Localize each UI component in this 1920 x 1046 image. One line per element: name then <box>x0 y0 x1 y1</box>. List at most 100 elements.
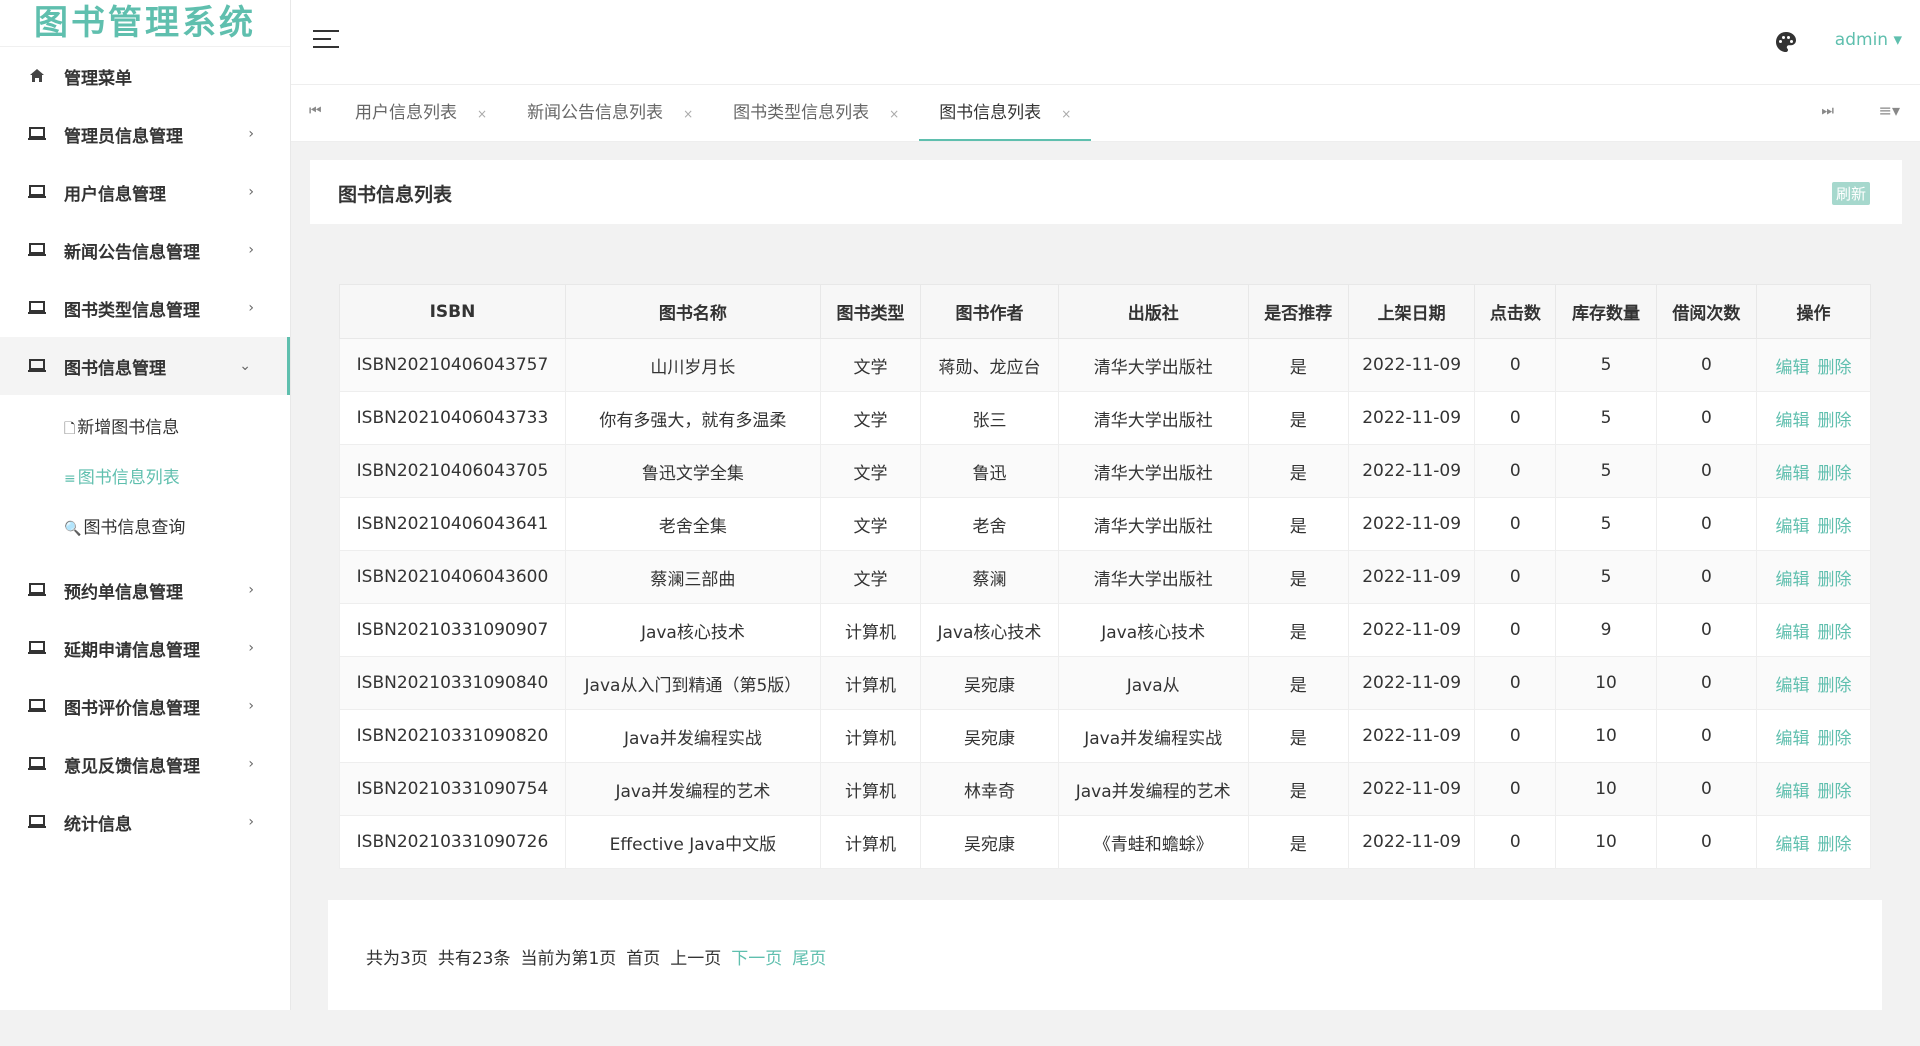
books-submenu: 🗋 新增图书信息 ≡ 图书信息列表 🔍 图书信息查询 <box>0 395 290 561</box>
table-cell: ISBN20210331090726 <box>339 815 566 869</box>
table-cell: 0 <box>1655 656 1757 710</box>
tab-user-list[interactable]: 用户信息列表 × <box>335 85 507 141</box>
table-cell: Java核心技术 <box>564 603 821 657</box>
table-cell: 5 <box>1555 497 1657 551</box>
edit-link[interactable]: 编辑 <box>1775 782 1809 802</box>
sidebar-item-menu[interactable]: 管理菜单 <box>0 47 290 105</box>
sidebar-item-users[interactable]: 用户信息管理 › <box>0 163 290 221</box>
table-cell: 吴宛康 <box>920 709 1059 763</box>
tab-news-list[interactable]: 新闻公告信息列表 × <box>507 85 713 141</box>
table-cell: 是 <box>1247 497 1349 551</box>
table-cell: 10 <box>1555 709 1657 763</box>
sidebar-item-extensions[interactable]: 延期申请信息管理 › <box>0 619 290 677</box>
table-cell: 5 <box>1555 391 1657 445</box>
submenu-book-search[interactable]: 🔍 图书信息查询 <box>0 503 290 553</box>
sidebar-item-news[interactable]: 新闻公告信息管理 › <box>0 221 290 279</box>
table-cell: 山川岁月长 <box>564 338 821 392</box>
edit-link[interactable]: 编辑 <box>1775 464 1809 484</box>
delete-link[interactable]: 删除 <box>1817 623 1851 643</box>
delete-link[interactable]: 删除 <box>1817 358 1851 378</box>
user-menu[interactable]: admin ▾ <box>1835 30 1902 50</box>
close-icon[interactable]: × <box>1061 107 1071 121</box>
edit-link[interactable]: 编辑 <box>1775 358 1809 378</box>
column-header: 点击数 <box>1474 284 1557 339</box>
tab-scroll-left-icon[interactable]: ⏮ <box>309 103 322 119</box>
delete-link[interactable]: 删除 <box>1817 517 1851 537</box>
actions-cell: 编辑 删除 <box>1755 391 1872 445</box>
table-row: ISBN20210331090820 Java并发编程实战 计算机 吴宛康 Java并发… <box>339 709 1872 763</box>
delete-link[interactable]: 删除 <box>1817 464 1851 484</box>
table-cell: 0 <box>1474 762 1557 816</box>
chevron-right-icon: › <box>248 814 254 830</box>
sidebar-item-reservations[interactable]: 预约单信息管理 › <box>0 561 290 619</box>
table-cell: 计算机 <box>819 603 922 657</box>
edit-link[interactable]: 编辑 <box>1775 570 1809 590</box>
table-cell: 2022-11-09 <box>1347 815 1476 869</box>
hamburger-menu-icon[interactable] <box>313 30 339 50</box>
table-cell: 2022-11-09 <box>1347 338 1476 392</box>
table-cell: 是 <box>1247 603 1349 657</box>
laptop-icon <box>26 753 48 775</box>
palette-icon[interactable] <box>1774 30 1798 54</box>
refresh-button[interactable]: 刷新 <box>1831 182 1870 205</box>
tab-scroll-right-icon[interactable]: ⏭ <box>1821 103 1834 119</box>
next-page-link[interactable]: 下一页 <box>731 944 782 969</box>
sidebar-item-admin[interactable]: 管理员信息管理 › <box>0 105 290 163</box>
delete-link[interactable]: 删除 <box>1817 835 1851 855</box>
edit-link[interactable]: 编辑 <box>1775 517 1809 537</box>
table-cell: 0 <box>1655 497 1757 551</box>
delete-link[interactable]: 删除 <box>1817 729 1851 749</box>
table-cell: 文学 <box>819 550 922 604</box>
tab-options-icon[interactable]: ≡▾ <box>1879 101 1900 120</box>
submenu-add-book[interactable]: 🗋 新增图书信息 <box>0 403 290 453</box>
edit-link[interactable]: 编辑 <box>1775 676 1809 696</box>
last-page-link[interactable]: 尾页 <box>792 944 826 969</box>
table-cell: 0 <box>1474 550 1557 604</box>
delete-link[interactable]: 删除 <box>1817 782 1851 802</box>
sidebar-menu: 管理菜单 管理员信息管理 › 用户信息管理 › 新闻公告信息管理 › 图书类型信… <box>0 47 290 395</box>
table-cell: 老舍全集 <box>564 497 821 551</box>
laptop-icon <box>26 123 48 145</box>
first-page-link[interactable]: 首页 <box>626 944 660 969</box>
delete-link[interactable]: 删除 <box>1817 411 1851 431</box>
delete-link[interactable]: 删除 <box>1817 570 1851 590</box>
actions-cell: 编辑 删除 <box>1755 656 1872 710</box>
table-cell: ISBN20210331090907 <box>339 603 566 657</box>
sidebar-item-book-types[interactable]: 图书类型信息管理 › <box>0 279 290 337</box>
close-icon[interactable]: × <box>477 107 487 121</box>
close-icon[interactable]: × <box>889 107 899 121</box>
table-cell: 计算机 <box>819 762 922 816</box>
submenu-book-list[interactable]: ≡ 图书信息列表 <box>0 453 290 503</box>
chevron-right-icon: › <box>248 300 254 316</box>
tab-label: 新闻公告信息列表 <box>527 103 664 123</box>
table-cell: 吴宛康 <box>920 815 1059 869</box>
sidebar-item-books[interactable]: 图书信息管理 ⌄ <box>0 337 290 395</box>
column-header: 库存数量 <box>1555 284 1657 339</box>
edit-link[interactable]: 编辑 <box>1775 729 1809 749</box>
column-header: 出版社 <box>1057 284 1249 339</box>
sidebar-item-statistics[interactable]: 统计信息 › <box>0 793 290 851</box>
edit-link[interactable]: 编辑 <box>1775 623 1809 643</box>
table-cell: 0 <box>1655 603 1757 657</box>
table-cell: 蔡澜三部曲 <box>564 550 821 604</box>
file-icon: 🗋 <box>64 421 76 437</box>
sidebar-item-reviews[interactable]: 图书评价信息管理 › <box>0 677 290 735</box>
prev-page-link[interactable]: 上一页 <box>670 944 721 969</box>
tab-book-type-list[interactable]: 图书类型信息列表 × <box>713 85 919 141</box>
sidebar-item-label: 图书信息管理 <box>64 358 166 379</box>
table-cell: 文学 <box>819 497 922 551</box>
home-icon <box>26 65 48 87</box>
delete-link[interactable]: 删除 <box>1817 676 1851 696</box>
top-header: admin ▾ <box>291 0 1920 85</box>
laptop-icon <box>26 579 48 601</box>
edit-link[interactable]: 编辑 <box>1775 835 1809 855</box>
edit-link[interactable]: 编辑 <box>1775 411 1809 431</box>
tab-book-list[interactable]: 图书信息列表 × <box>919 85 1092 141</box>
laptop-icon <box>26 637 48 659</box>
table-cell: 5 <box>1555 550 1657 604</box>
sidebar-item-feedback[interactable]: 意见反馈信息管理 › <box>0 735 290 793</box>
column-header: 图书类型 <box>819 284 922 339</box>
close-icon[interactable]: × <box>683 107 693 121</box>
table-cell: 0 <box>1474 444 1557 498</box>
table-cell: 2022-11-09 <box>1347 550 1476 604</box>
